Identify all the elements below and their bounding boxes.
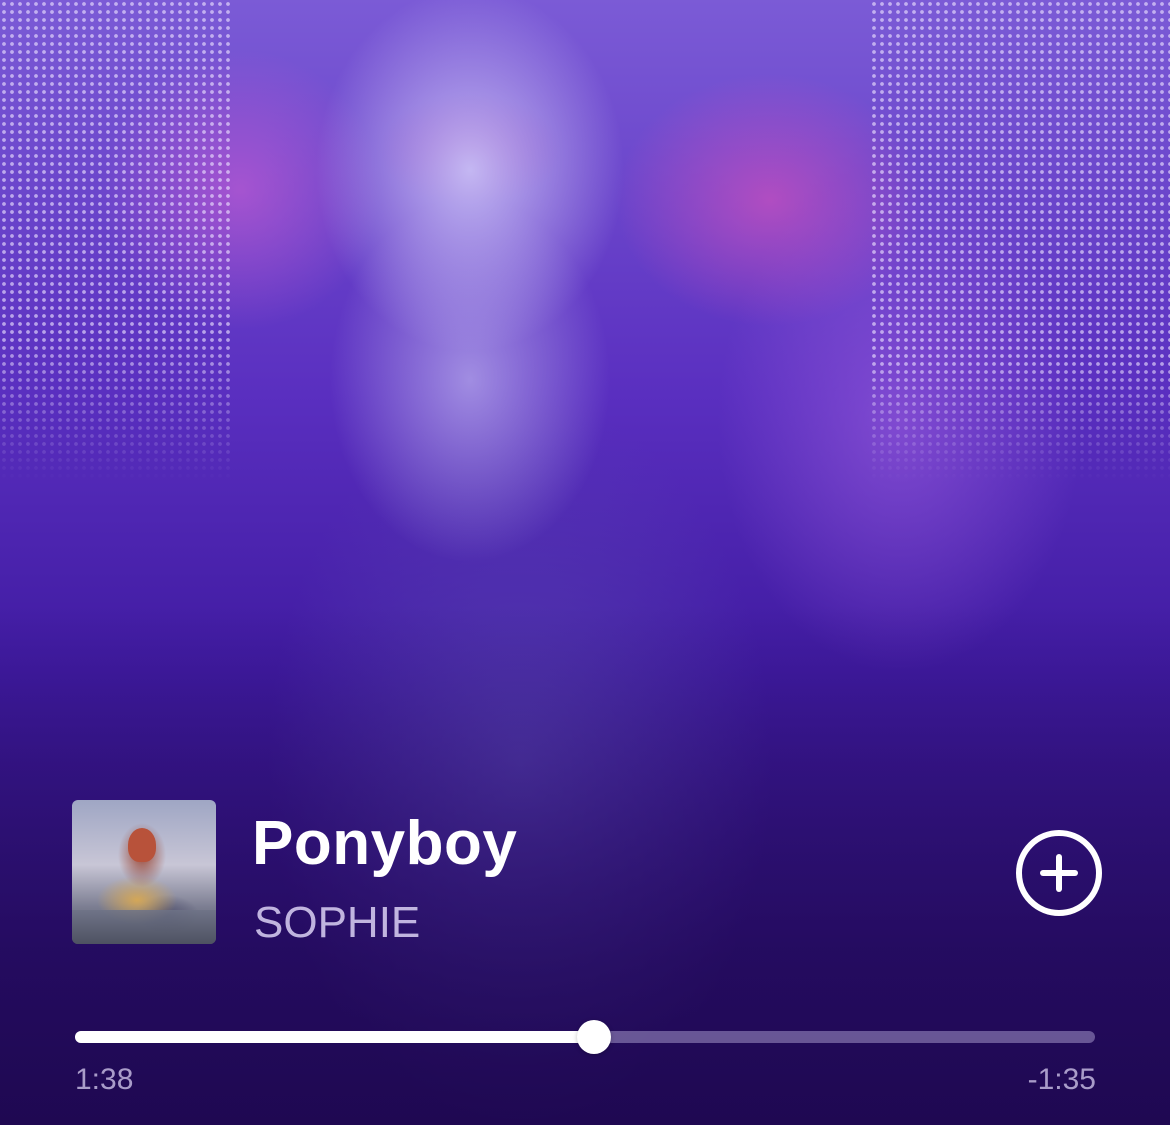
album-cover[interactable] [72, 800, 216, 944]
progress-bar[interactable] [75, 1020, 1095, 1054]
remaining-time: -1:35 [1027, 1063, 1096, 1096]
led-wall-right [870, 0, 1170, 480]
led-wall-left [0, 0, 230, 480]
track-artist[interactable]: SOPHIE [254, 896, 420, 950]
progress-thumb[interactable] [577, 1020, 612, 1054]
cover-water [72, 910, 216, 944]
player-screen: Ponyboy SOPHIE 1:38 -1:35 [0, 0, 1170, 1125]
track-info: Ponyboy SOPHIE [72, 800, 1102, 947]
track-title[interactable]: Ponyboy [252, 806, 517, 882]
progress-fill [75, 1031, 595, 1043]
cover-figure [128, 828, 156, 862]
add-to-library-button[interactable] [1016, 830, 1102, 916]
elapsed-time: 1:38 [75, 1063, 134, 1096]
